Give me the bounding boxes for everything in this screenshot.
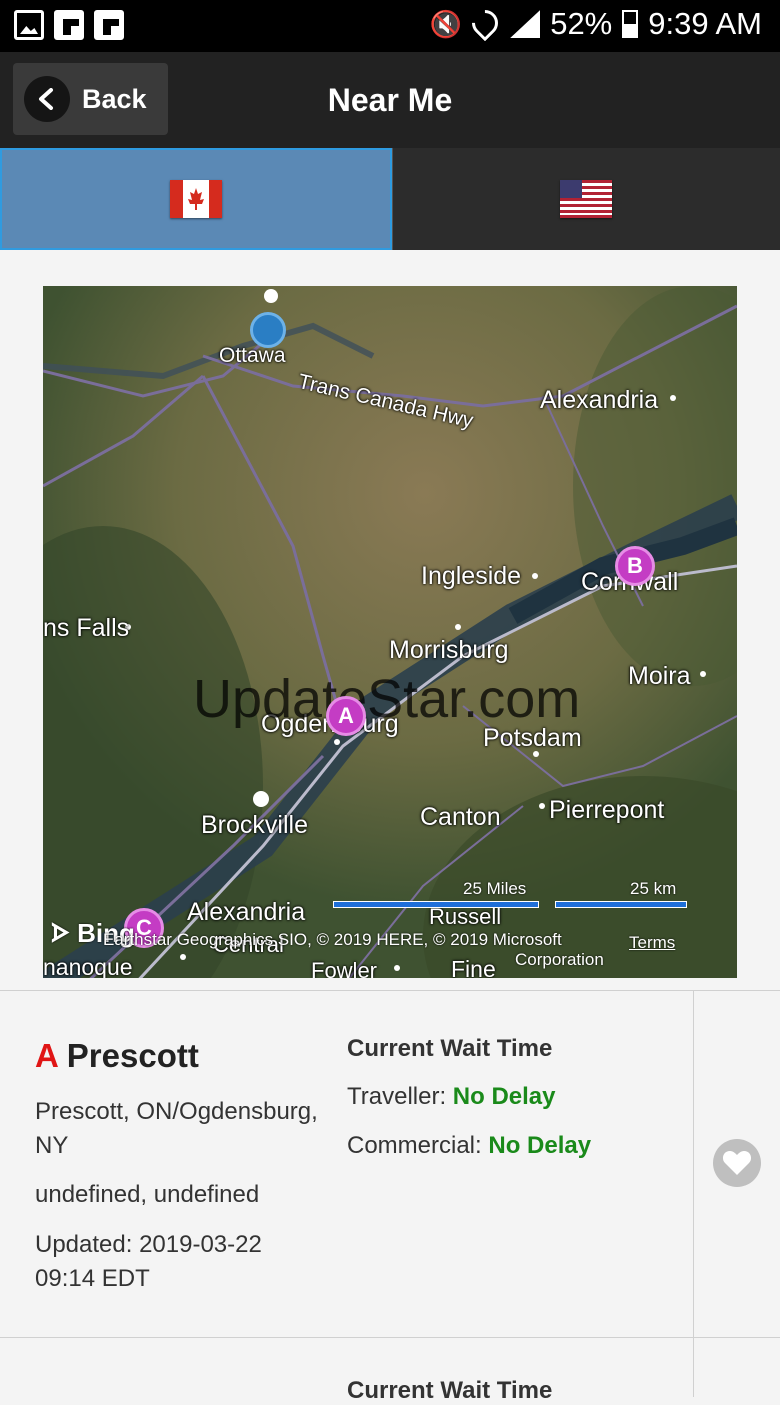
map-terms-link[interactable]: Terms: [629, 933, 675, 953]
map-label-alexandria-sw: Alexandria: [187, 898, 305, 927]
back-label: Back: [82, 84, 147, 115]
content-area: Ottawa Trans Canada Hwy Alexandria Ingle…: [0, 250, 780, 1386]
scale-miles-bar: [333, 901, 539, 908]
map-label-falls: ns Falls: [43, 614, 129, 643]
map-label-pierrepont: Pierrepont: [549, 796, 664, 825]
commercial-delay-value: No Delay: [488, 1132, 591, 1159]
map-label-moira: Moira: [628, 662, 691, 691]
tab-usa[interactable]: [392, 148, 780, 250]
current-location-marker: [250, 312, 286, 348]
traveller-wait: Traveller: No Delay: [347, 1080, 556, 1114]
bing-logo-icon: ᗌ: [51, 918, 77, 948]
app-bar: Back Near Me: [0, 52, 780, 148]
wait-time-heading: Current Wait Time: [347, 1035, 552, 1063]
flipboard-icon: [54, 10, 84, 40]
scale-km-label: 25 km: [630, 879, 676, 899]
map-attribution: Earthstar Geographics SIO, © 2019 HERE, …: [103, 930, 562, 950]
map-label-brockville: Brockville: [201, 811, 308, 840]
canada-flag-icon: [170, 180, 222, 218]
wifi-icon: [472, 10, 500, 38]
country-tabs: [0, 148, 780, 250]
map-label-fine: Fine: [451, 956, 496, 978]
card-divider-next: [693, 1337, 694, 1397]
traveller-delay-value: No Delay: [453, 1083, 556, 1110]
status-bar: 🔇 52% 9:39 AM: [0, 0, 780, 52]
scale-km-bar: [555, 901, 687, 908]
back-arrow-icon: [24, 76, 70, 122]
map-label-morrisburg: Morrisburg: [389, 636, 508, 665]
scale-miles-label: 25 Miles: [463, 879, 526, 899]
tab-canada[interactable]: [0, 148, 392, 250]
crossing-marker-letter: A: [35, 1037, 58, 1074]
map-label-ottawa: Ottawa: [219, 344, 286, 368]
wait-time-heading-next: Current Wait Time: [347, 1377, 552, 1405]
gallery-icon: [14, 10, 44, 40]
map-label-fowler: Fowler: [311, 958, 377, 978]
battery-percent: 52%: [550, 6, 612, 42]
crossing-name: A Prescott: [35, 1037, 199, 1075]
notification-icons: [14, 10, 124, 40]
watermark: UpdateStar.com: [193, 668, 580, 730]
crossing-card[interactable]: A Prescott Prescott, ON/Ogdensburg, NY u…: [0, 990, 780, 1338]
map-label-ingleside: Ingleside: [421, 562, 521, 591]
favorite-button[interactable]: [713, 1139, 761, 1187]
signal-icon: [510, 10, 540, 38]
battery-icon: [622, 10, 638, 38]
vibrate-mute-icon: 🔇: [430, 9, 462, 40]
usa-flag-icon: [560, 180, 612, 218]
map-attribution-line2: Corporation: [515, 950, 604, 970]
crossing-updated: Updated: 2019-03-22 09:14 EDT: [35, 1228, 262, 1296]
map-label-alexandria-ne: Alexandria: [540, 386, 658, 415]
map-view[interactable]: Ottawa Trans Canada Hwy Alexandria Ingle…: [43, 286, 737, 978]
map-label-canton: Canton: [420, 803, 501, 832]
crossing-location: Prescott, ON/Ogdensburg, NY: [35, 1095, 345, 1163]
card-divider: [693, 991, 694, 1337]
commercial-wait: Commercial: No Delay: [347, 1129, 591, 1163]
crossing-card-next[interactable]: Current Wait Time: [0, 1337, 780, 1397]
flipboard-icon: [94, 10, 124, 40]
crossing-coordinates: undefined, undefined: [35, 1178, 259, 1212]
map-pin-b[interactable]: B: [615, 546, 655, 586]
back-button[interactable]: Back: [13, 63, 168, 135]
map-label-ganoque: nanoque: [43, 954, 133, 978]
map-pin-a[interactable]: A: [326, 696, 366, 736]
clock: 9:39 AM: [648, 6, 762, 42]
heart-icon: [722, 1149, 752, 1177]
